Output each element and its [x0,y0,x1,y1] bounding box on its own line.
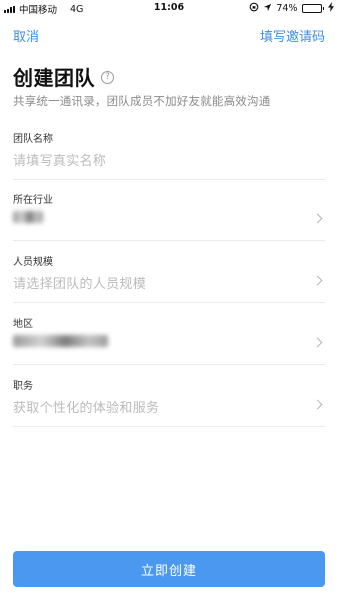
status-bar: 中国移动 4G 11:06 74% [0,0,338,16]
title-row: 创建团队 ? [13,62,114,91]
chevron-right-icon [312,213,323,224]
team-name-label: 团队名称 [13,134,53,145]
charging-icon [328,2,334,15]
page-subtitle: 共享统一通讯录，团队成员不加好友就能高效沟通 [13,94,271,108]
region-field[interactable]: 地区 [13,313,325,365]
team-size-label: 人员规模 [13,257,53,268]
nav-bar: 取消 填写邀请码 [0,22,338,46]
industry-field[interactable]: 所在行业 [13,189,325,241]
invite-code-button[interactable]: 填写邀请码 [260,26,325,45]
chevron-right-icon [312,337,323,348]
page-title: 创建团队 [13,66,95,90]
chevron-right-icon [312,275,323,286]
team-name-input[interactable]: 请填写真实名称 [13,150,106,169]
rotation-lock-icon [249,2,259,15]
help-icon[interactable]: ? [101,71,114,84]
position-label: 职务 [13,381,33,392]
industry-label: 所在行业 [13,195,53,206]
team-size-field[interactable]: 人员规模 请选择团队的人员规模 [13,251,325,303]
team-size-select[interactable]: 请选择团队的人员规模 [13,273,146,292]
location-icon [263,3,272,15]
region-value[interactable] [13,335,108,351]
chevron-right-icon [312,399,323,410]
team-name-field[interactable]: 团队名称 请填写真实名称 [13,128,325,180]
industry-value[interactable] [13,211,43,227]
battery-percent: 74% [276,3,298,14]
cancel-button[interactable]: 取消 [13,26,39,45]
status-bar-right: 74% [249,2,334,15]
position-field[interactable]: 职务 获取个性化的体验和服务 [13,375,325,427]
create-team-button[interactable]: 立即创建 [13,551,325,587]
industry-value-redacted [13,211,43,223]
region-label: 地区 [13,319,33,330]
battery-icon [301,4,324,13]
position-select[interactable]: 获取个性化的体验和服务 [13,397,159,416]
region-value-redacted [13,335,108,347]
